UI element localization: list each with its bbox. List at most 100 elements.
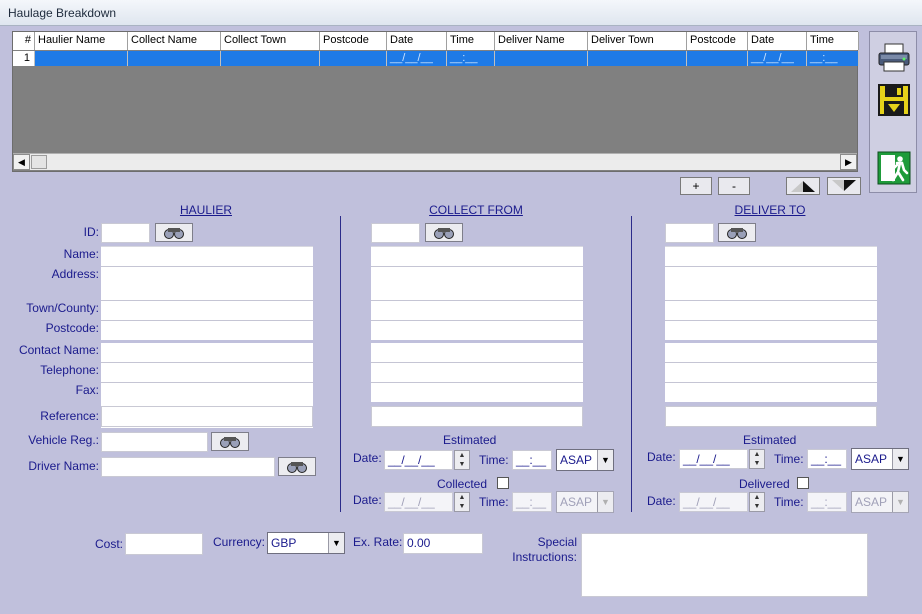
currency-select[interactable]: GBP ▼ <box>267 532 345 554</box>
deliver-reference-input[interactable] <box>665 406 877 427</box>
special-instructions-textarea[interactable] <box>581 533 868 597</box>
haulier-address-input[interactable] <box>101 267 313 300</box>
binoculars-icon[interactable] <box>718 223 756 242</box>
deliver-postcode-input[interactable] <box>665 321 877 340</box>
deliver-est-date-input[interactable]: __/__/__ <box>679 449 748 469</box>
add-row-button[interactable]: + <box>680 177 712 195</box>
grid-header-collect-town[interactable]: Collect Town <box>221 32 320 50</box>
grid-header-collect-date[interactable]: Date <box>387 32 447 50</box>
chevron-down-icon[interactable]: ▼ <box>892 449 908 469</box>
collected-checkbox[interactable] <box>497 477 509 489</box>
cell-haulier-name[interactable] <box>35 51 128 66</box>
collect-town-input[interactable] <box>371 301 583 320</box>
cell-deliver-time[interactable]: __:__ <box>807 51 859 66</box>
deliver-contact-input[interactable] <box>665 343 877 362</box>
delivered-time-input[interactable]: __:__ <box>807 492 847 512</box>
collect-est-time-input[interactable]: __:__ <box>512 450 552 470</box>
scroll-thumb[interactable] <box>31 155 47 169</box>
deliver-town-input[interactable] <box>665 301 877 320</box>
deliver-telephone-input[interactable] <box>665 363 877 382</box>
scroll-left-icon[interactable]: ◀ <box>13 154 30 170</box>
chevron-down-icon[interactable]: ▼ <box>597 492 613 512</box>
delivered-date-input[interactable]: __/__/__ <box>679 492 748 512</box>
cell-collect-time[interactable]: __:__ <box>447 51 495 66</box>
collect-name-input[interactable] <box>371 247 583 266</box>
deliver-est-date-spinner[interactable]: ▲ ▼ <box>749 449 765 469</box>
collect-address-input[interactable] <box>371 267 583 300</box>
collected-time-input[interactable]: __:__ <box>512 492 552 512</box>
grid-header-deliver-time[interactable]: Time <box>807 32 859 50</box>
grid-header-number[interactable]: # <box>13 32 35 50</box>
previous-record-icon[interactable] <box>786 177 820 195</box>
haulier-contact-input[interactable] <box>101 343 313 362</box>
cell-collect-date[interactable]: __/__/__ <box>387 51 447 66</box>
cost-input[interactable] <box>125 533 203 555</box>
collect-id-input[interactable] <box>371 223 420 243</box>
reference-input[interactable] <box>101 406 313 427</box>
delivered-asap-select[interactable]: ASAP ▼ <box>851 491 909 513</box>
grid-header-deliver-date[interactable]: Date <box>748 32 807 50</box>
printer-icon[interactable] <box>876 40 912 76</box>
grid-header-deliver-postcode[interactable]: Postcode <box>687 32 748 50</box>
currency-label: Currency: <box>213 535 266 549</box>
chevron-down-icon[interactable]: ▼ <box>892 492 908 512</box>
vehicle-reg-input[interactable] <box>101 432 208 452</box>
horizontal-scrollbar[interactable]: ◀ ▶ <box>13 153 857 170</box>
haulier-name-input[interactable] <box>101 247 313 266</box>
binoculars-icon[interactable] <box>155 223 193 242</box>
delivered-label: Delivered <box>739 477 790 491</box>
deliver-fax-input[interactable] <box>665 383 877 402</box>
cell-deliver-postcode[interactable] <box>687 51 748 66</box>
delivered-checkbox[interactable] <box>797 477 809 489</box>
chevron-down-icon[interactable]: ▼ <box>328 533 344 553</box>
exit-door-icon[interactable] <box>876 150 912 186</box>
driver-name-input[interactable] <box>101 457 275 477</box>
grid-header-deliver-town[interactable]: Deliver Town <box>588 32 687 50</box>
deliver-est-asap-select[interactable]: ASAP ▼ <box>851 448 909 470</box>
scroll-right-icon[interactable]: ▶ <box>840 154 857 170</box>
deliver-name-input[interactable] <box>665 247 877 266</box>
save-disk-icon[interactable] <box>876 82 912 118</box>
deliver-address-input[interactable] <box>665 267 877 300</box>
binoculars-icon[interactable] <box>278 457 316 476</box>
cell-collect-name[interactable] <box>128 51 221 66</box>
grid-header-collect-postcode[interactable]: Postcode <box>320 32 387 50</box>
cell-deliver-name[interactable] <box>495 51 588 66</box>
cell-collect-town[interactable] <box>221 51 320 66</box>
haulier-postcode-input[interactable] <box>101 321 313 340</box>
grid-header-deliver-name[interactable]: Deliver Name <box>495 32 588 50</box>
haulier-town-input[interactable] <box>101 301 313 320</box>
collected-time-label: Time: <box>479 495 509 509</box>
deliver-id-input[interactable] <box>665 223 714 243</box>
binoculars-icon[interactable] <box>211 432 249 451</box>
deliver-est-time-input[interactable]: __:__ <box>807 449 847 469</box>
collect-contact-input[interactable] <box>371 343 583 362</box>
collect-fax-input[interactable] <box>371 383 583 402</box>
grid-header-haulier-name[interactable]: Haulier Name <box>35 32 128 50</box>
exrate-input[interactable]: 0.00 <box>403 533 483 554</box>
delivered-date-spinner[interactable]: ▲ ▼ <box>749 492 765 512</box>
collect-est-date-input[interactable]: __/__/__ <box>384 450 453 470</box>
collect-est-date-spinner[interactable]: ▲ ▼ <box>454 450 470 470</box>
grid-header-collect-time[interactable]: Time <box>447 32 495 50</box>
table-row[interactable]: 1 __/__/__ __:__ __/__/__ __:__ <box>13 51 859 66</box>
collect-postcode-input[interactable] <box>371 321 583 340</box>
haulier-telephone-input[interactable] <box>101 363 313 382</box>
collect-reference-input[interactable] <box>371 406 583 427</box>
next-record-icon[interactable] <box>827 177 861 195</box>
collect-telephone-input[interactable] <box>371 363 583 382</box>
collect-est-asap-select[interactable]: ASAP ▼ <box>556 449 614 471</box>
binoculars-icon[interactable] <box>425 223 463 242</box>
collected-date-spinner[interactable]: ▲ ▼ <box>454 492 470 512</box>
collected-asap-select[interactable]: ASAP ▼ <box>556 491 614 513</box>
haulier-fax-input[interactable] <box>101 383 313 402</box>
haulage-grid[interactable]: # Haulier Name Collect Name Collect Town… <box>12 31 859 172</box>
cell-deliver-date[interactable]: __/__/__ <box>748 51 807 66</box>
grid-header-collect-name[interactable]: Collect Name <box>128 32 221 50</box>
chevron-down-icon[interactable]: ▼ <box>597 450 613 470</box>
cell-collect-postcode[interactable] <box>320 51 387 66</box>
haulier-id-input[interactable] <box>101 223 150 243</box>
remove-row-button[interactable]: - <box>718 177 750 195</box>
cell-deliver-town[interactable] <box>588 51 687 66</box>
collected-date-input[interactable]: __/__/__ <box>384 492 453 512</box>
